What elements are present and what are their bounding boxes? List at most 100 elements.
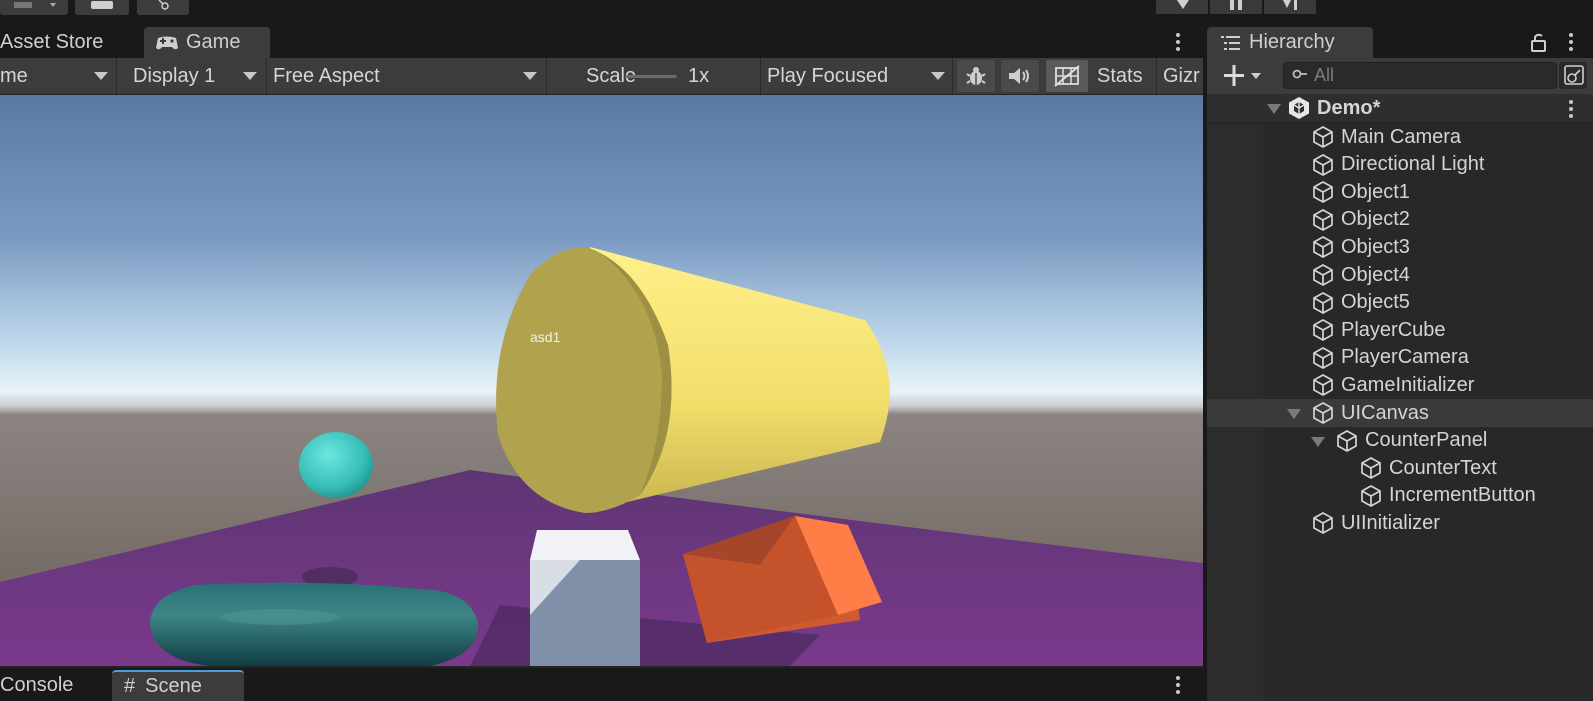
- gizmos-label: Gizr: [1163, 64, 1200, 87]
- chevron-down-icon[interactable]: [1287, 409, 1301, 419]
- hierarchy-item-label: Object5: [1341, 291, 1410, 314]
- hierarchy-row[interactable]: Object2: [1207, 206, 1593, 234]
- hierarchy-row[interactable]: CounterPanel: [1207, 427, 1593, 455]
- hierarchy-item: PlayerCube: [1311, 316, 1446, 344]
- gizmos-button[interactable]: Gizr: [1157, 58, 1203, 94]
- mode-dropdown-value: me: [0, 64, 28, 87]
- scene-row[interactable]: Demo*: [1207, 94, 1593, 123]
- scale-value: 1x: [688, 64, 710, 87]
- hierarchy-row[interactable]: Object5: [1207, 289, 1593, 317]
- lock-icon[interactable]: [1530, 32, 1548, 52]
- search-icon: [1292, 69, 1307, 79]
- hierarchy-row[interactable]: Object1: [1207, 178, 1593, 206]
- hierarchy-item-label: Object3: [1341, 235, 1410, 258]
- hierarchy-menu-icon[interactable]: [1568, 33, 1574, 51]
- hierarchy-toolbar: All: [1207, 58, 1593, 95]
- stats-button[interactable]: Stats: [1089, 58, 1157, 94]
- collab-button[interactable]: [137, 0, 189, 15]
- game-viewport[interactable]: asd1: [0, 95, 1203, 666]
- grid-icon: [1054, 65, 1080, 87]
- gameobject-icon: [1337, 429, 1357, 452]
- gameobject-icon: [1361, 457, 1381, 480]
- display-dropdown[interactable]: Display 1: [117, 58, 267, 94]
- bug-toggle[interactable]: [957, 60, 995, 92]
- hierarchy-item: Object3: [1311, 233, 1410, 261]
- hierarchy-item-label: CounterPanel: [1365, 429, 1488, 452]
- play-button[interactable]: [1156, 0, 1208, 14]
- search-options-button[interactable]: [1559, 62, 1587, 89]
- tab-game[interactable]: Game: [144, 27, 270, 58]
- game-view-toolbar: me Display 1 Free Aspect Scale 1x Play F…: [0, 58, 1203, 95]
- gameobject-icon: [1313, 236, 1333, 259]
- hierarchy-row[interactable]: Object3: [1207, 233, 1593, 261]
- hierarchy-item-label: UICanvas: [1341, 401, 1429, 424]
- hierarchy-row[interactable]: Object4: [1207, 261, 1593, 289]
- gameobject-icon: [1313, 512, 1333, 535]
- play-mode-dropdown-value: Play Focused: [767, 64, 889, 87]
- bottom-window-menu-icon[interactable]: [1175, 676, 1181, 694]
- hierarchy-item: IncrementButton: [1359, 482, 1536, 510]
- hierarchy-row[interactable]: GameInitializer: [1207, 371, 1593, 399]
- world-label: asd1: [530, 329, 561, 345]
- hierarchy-tree: Demo* Main Camera Directional Light Object…: [1207, 94, 1593, 701]
- mode-dropdown[interactable]: me: [0, 58, 117, 94]
- sphere: [299, 432, 373, 498]
- aspect-dropdown[interactable]: Free Aspect: [267, 58, 547, 94]
- chevron-down-icon[interactable]: [1311, 436, 1325, 447]
- create-button[interactable]: [1221, 62, 1269, 90]
- hierarchy-search-input[interactable]: All: [1283, 62, 1557, 89]
- hierarchy-row[interactable]: UIInitializer: [1207, 509, 1593, 537]
- hierarchy-item: Directional Light: [1311, 151, 1484, 179]
- hierarchy-item: GameInitializer: [1311, 371, 1474, 399]
- scale-control[interactable]: Scale 1x: [547, 58, 761, 94]
- stats-label: Stats: [1097, 64, 1143, 87]
- gizmo-grid-toggle[interactable]: [1046, 60, 1088, 92]
- game-window: Asset Store Game me Display 1 Free Aspec…: [0, 24, 1203, 701]
- scene-name: Demo*: [1317, 96, 1381, 119]
- gameobject-icon: [1313, 181, 1333, 204]
- scene-menu-icon[interactable]: [1568, 100, 1574, 118]
- hierarchy-row[interactable]: Main Camera: [1207, 123, 1593, 151]
- hierarchy-row[interactable]: PlayerCamera: [1207, 344, 1593, 372]
- hierarchy-item: CounterPanel: [1335, 427, 1487, 455]
- bottom-tabbar: Console # Scene: [0, 666, 1203, 701]
- hierarchy-row[interactable]: IncrementButton: [1207, 482, 1593, 510]
- pause-button[interactable]: [1210, 0, 1262, 14]
- hierarchy-row[interactable]: UICanvas: [1207, 399, 1593, 427]
- unity-scene-icon: [1289, 97, 1309, 119]
- game-window-menu-icon[interactable]: [1175, 33, 1181, 51]
- play-icon: [1177, 0, 1189, 9]
- tab-scene[interactable]: # Scene: [112, 670, 244, 701]
- gameobject-icon: [1361, 484, 1381, 507]
- hierarchy-row[interactable]: CounterText: [1207, 454, 1593, 482]
- gameobject-icon: [1313, 291, 1333, 314]
- scale-slider[interactable]: [625, 75, 677, 78]
- hierarchy-item-label: CounterText: [1389, 456, 1497, 479]
- chevron-down-icon[interactable]: [1267, 104, 1281, 114]
- hierarchy-item-label: GameInitializer: [1341, 373, 1475, 396]
- gameobject-icon: [1313, 374, 1333, 397]
- scene-item: Demo*: [1287, 94, 1380, 122]
- search-placeholder: All: [1314, 65, 1335, 85]
- play-mode-dropdown[interactable]: Play Focused: [761, 58, 953, 94]
- tab-hierarchy-label: Hierarchy: [1249, 31, 1335, 53]
- tab-asset-store[interactable]: Asset Store: [0, 27, 142, 58]
- tool-icon: [14, 2, 56, 8]
- hierarchy-row[interactable]: PlayerCube: [1207, 316, 1593, 344]
- capsule: [150, 582, 479, 666]
- aspect-dropdown-value: Free Aspect: [273, 64, 380, 87]
- tab-console[interactable]: Console: [0, 670, 108, 701]
- tab-asset-store-label: Asset Store: [0, 31, 104, 53]
- layers-button[interactable]: [75, 0, 129, 15]
- hierarchy-row[interactable]: Directional Light: [1207, 151, 1593, 179]
- tool-dropdown-button[interactable]: [0, 0, 68, 15]
- gamepad-icon: [156, 36, 178, 49]
- hierarchy-item-label: Object2: [1341, 208, 1410, 231]
- cube-top: [530, 530, 640, 560]
- hierarchy-item: CounterText: [1359, 454, 1497, 482]
- audio-toggle[interactable]: [1001, 60, 1039, 92]
- tab-hierarchy[interactable]: Hierarchy: [1207, 27, 1373, 58]
- gameobject-icon: [1313, 264, 1333, 286]
- step-button[interactable]: [1264, 0, 1316, 14]
- hierarchy-item-label: Object1: [1341, 180, 1410, 203]
